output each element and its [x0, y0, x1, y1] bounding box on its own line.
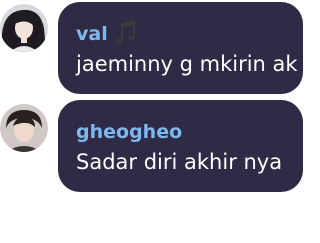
username[interactable]: gheogheo	[76, 120, 182, 144]
chat-message-2: gheogheo Sadar diri akhir nya	[0, 98, 320, 194]
avatar[interactable]	[0, 4, 48, 52]
avatar[interactable]	[0, 104, 48, 152]
message-text: jaeminny g mkirin ak	[76, 52, 298, 76]
message-bubble[interactable]: gheogheo Sadar diri akhir nya	[58, 100, 303, 192]
message-bubble[interactable]: val jaeminny g mkirin ak	[58, 2, 303, 94]
music-note-icon	[115, 19, 137, 46]
message-text: Sadar diri akhir nya	[76, 150, 283, 174]
chat-message-1: val jaeminny g mkirin ak	[0, 0, 320, 96]
username[interactable]: val	[76, 22, 108, 46]
